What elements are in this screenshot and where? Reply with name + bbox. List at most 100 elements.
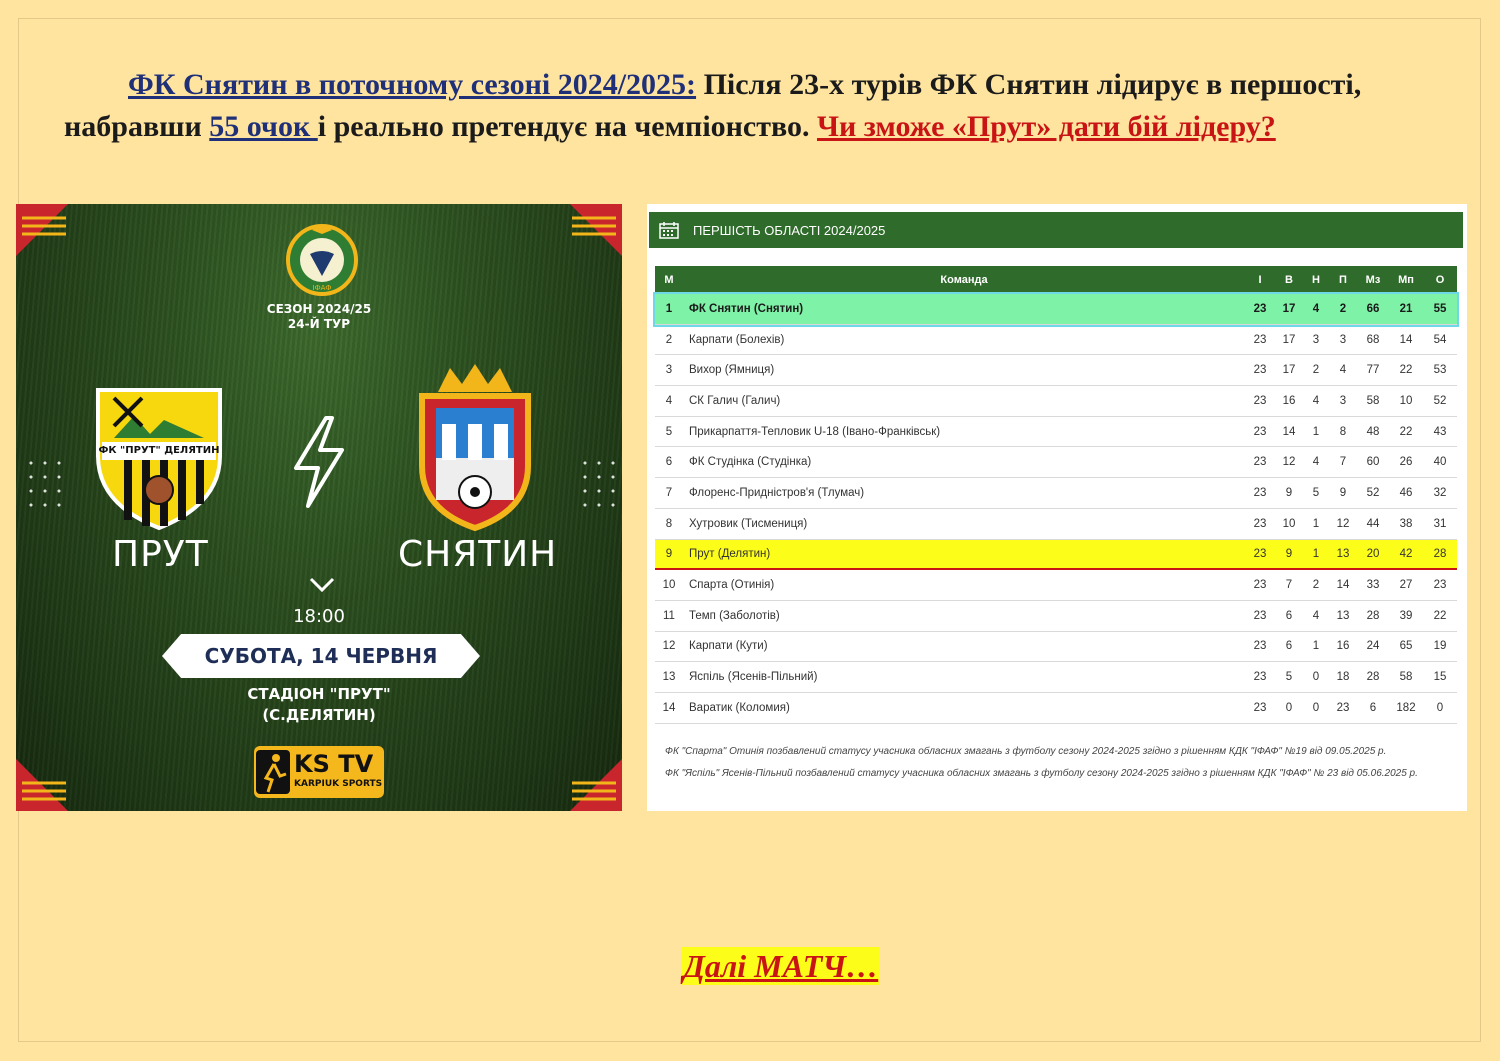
cell-ga: 14 bbox=[1399, 333, 1413, 346]
cell-pos: 11 bbox=[663, 609, 675, 622]
cell-draws: 1 bbox=[1312, 425, 1320, 438]
cell-pos: 9 bbox=[665, 547, 673, 560]
cell-pts: 54 bbox=[1433, 333, 1447, 346]
lightning-icon bbox=[294, 416, 344, 508]
table-header-row: М Команда І В Н П Мз Мп О bbox=[655, 266, 1457, 294]
cell-pts: 32 bbox=[1433, 486, 1447, 499]
prut-crest-icon: ФК "ПРУТ" ДЕЛЯТИН bbox=[96, 388, 222, 531]
cell-wins: 7 bbox=[1285, 579, 1293, 592]
table-row: 14 Варатик (Коломия) 23 0 0 23 6 182 0 bbox=[655, 693, 1457, 724]
cell-pts: 23 bbox=[1433, 579, 1447, 592]
cell-team: Прикарпаття-Теплoвик U-18 (Івано-Франків… bbox=[689, 425, 941, 438]
cell-team: СК Галич (Галич) bbox=[689, 394, 781, 407]
cell-gf: 58 bbox=[1366, 394, 1380, 407]
cell-draws: 2 bbox=[1312, 579, 1320, 592]
cell-pts: 28 bbox=[1433, 547, 1447, 560]
cell-draws: 4 bbox=[1312, 302, 1320, 315]
cell-draws: 3 bbox=[1312, 333, 1320, 346]
cell-wins: 17 bbox=[1282, 333, 1296, 346]
cell-gf: 60 bbox=[1366, 456, 1380, 469]
cell-gf: 66 bbox=[1366, 302, 1380, 315]
cell-pos: 12 bbox=[662, 640, 676, 653]
next-match-link[interactable]: Далі МАТЧ… bbox=[681, 947, 881, 985]
cell-gf: 68 bbox=[1366, 333, 1380, 346]
season-label: СЕЗОН 2024/25 bbox=[266, 302, 372, 316]
cell-gf: 48 bbox=[1366, 425, 1380, 438]
col-gf-header: Мз bbox=[1365, 274, 1381, 286]
table-row: 1 ФК Снятин (Снятин) 23 17 4 2 66 21 55 bbox=[655, 294, 1457, 325]
cell-games: 23 bbox=[1253, 640, 1267, 653]
corner-ornament-icon bbox=[16, 759, 68, 811]
cell-games: 23 bbox=[1253, 701, 1267, 714]
cell-team: Варатик (Коломия) bbox=[689, 701, 790, 714]
cell-pos: 13 bbox=[662, 671, 676, 684]
col-pts-header: О bbox=[1435, 274, 1445, 286]
question-link[interactable]: Чи зможе «Прут» дати бій лідеру? bbox=[817, 110, 1276, 143]
kstv-logo-text: KS TV bbox=[294, 750, 374, 778]
cell-pos: 6 bbox=[665, 456, 673, 469]
cell-losses: 13 bbox=[1336, 547, 1350, 560]
table-row: 6 ФК Студінка (Студінка) 23 12 4 7 60 26 40 bbox=[655, 447, 1457, 479]
cell-wins: 6 bbox=[1285, 640, 1293, 653]
prut-crest-text: ФК "ПРУТ" ДЕЛЯТИН bbox=[98, 445, 219, 456]
dots-decoration bbox=[24, 456, 64, 516]
cell-team: Прут (Делятин) bbox=[689, 547, 771, 560]
cell-gf: 44 bbox=[1366, 517, 1380, 530]
cell-pts: 52 bbox=[1433, 394, 1447, 407]
match-date: СУБОТА, 14 ЧЕРВНЯ bbox=[204, 644, 438, 668]
kickoff-time: 18:00 bbox=[293, 606, 345, 627]
table-row: 10 Спарта (Отинія) 23 7 2 14 33 27 23 bbox=[655, 570, 1457, 601]
cell-gf: 52 bbox=[1366, 486, 1380, 499]
table-row: 13 Яспіль (Ясенів-Пільний) 23 5 0 18 28 58 15 bbox=[655, 662, 1457, 693]
cell-pts: 0 bbox=[1436, 701, 1444, 714]
intro-paragraph: ФК Снятин в поточному сезоні 2024/2025: … bbox=[64, 64, 1454, 148]
cell-gf: 20 bbox=[1366, 547, 1380, 560]
cell-losses: 8 bbox=[1339, 425, 1347, 438]
cell-ga: 65 bbox=[1399, 640, 1413, 653]
cell-wins: 17 bbox=[1282, 302, 1296, 315]
cell-games: 23 bbox=[1253, 609, 1267, 622]
cell-draws: 0 bbox=[1312, 671, 1320, 684]
match-poster: ІФАФ СЕЗОН 2024/25 24-Й ТУР ФК "ПРУТ" ДЕ… bbox=[16, 204, 622, 811]
cell-games: 23 bbox=[1253, 517, 1267, 530]
cell-losses: 3 bbox=[1339, 333, 1347, 346]
cell-ga: 38 bbox=[1399, 517, 1413, 530]
cell-team: ФК Студінка (Студінка) bbox=[689, 456, 812, 469]
stadium-line-1: СТАДІОН "ПРУТ" bbox=[247, 685, 391, 703]
cell-gf: 24 bbox=[1366, 640, 1380, 653]
cell-wins: 17 bbox=[1282, 364, 1296, 377]
player-silhouette-icon bbox=[256, 750, 290, 794]
stadium-line-2: (С.ДЕЛЯТИН) bbox=[262, 706, 376, 724]
col-pos-header: М bbox=[664, 274, 674, 286]
col-losses-header: П bbox=[1339, 274, 1347, 286]
cell-ga: 42 bbox=[1399, 547, 1413, 560]
cell-gf: 33 bbox=[1366, 579, 1380, 592]
cell-games: 23 bbox=[1253, 364, 1267, 377]
round-label: 24-Й ТУР bbox=[287, 317, 351, 331]
calendar-icon bbox=[659, 222, 679, 239]
cell-losses: 23 bbox=[1336, 701, 1350, 714]
table-row: 7 Флоренс-Придністров'я (Тлумач) 23 9 5 9 52 46… bbox=[655, 478, 1457, 509]
cell-pts: 43 bbox=[1433, 425, 1447, 438]
table-row: 12 Карпати (Кути) 23 6 1 16 24 65 19 bbox=[655, 632, 1457, 663]
season-link[interactable]: ФК Снятин в поточному сезоні 2024/2025: bbox=[128, 68, 696, 101]
cell-draws: 2 bbox=[1312, 364, 1320, 377]
standings-header: ПЕРШІСТЬ ОБЛАСТІ 2024/2025 bbox=[649, 212, 1463, 248]
cell-pts: 55 bbox=[1433, 302, 1447, 315]
cell-draws: 1 bbox=[1312, 517, 1320, 530]
cell-team: Спарта (Отинія) bbox=[689, 579, 775, 592]
federation-emblem-text: ІФАФ bbox=[313, 284, 332, 292]
cell-draws: 4 bbox=[1312, 394, 1320, 407]
cell-pos: 3 bbox=[665, 364, 673, 377]
federation-emblem-icon: ІФАФ bbox=[286, 224, 358, 296]
cell-draws: 4 bbox=[1312, 456, 1320, 469]
standings-table: М Команда І В Н П Мз Мп О 1 ФК Снятин (Сн… bbox=[655, 266, 1457, 724]
cell-games: 23 bbox=[1253, 456, 1267, 469]
col-team-header: Команда bbox=[940, 274, 988, 286]
cell-wins: 14 bbox=[1282, 425, 1296, 438]
cell-team: Хутровик (Тисмениця) bbox=[689, 517, 808, 530]
stadium-label: СТАДІОН "ПРУТ" (С.ДЕЛЯТИН) bbox=[16, 684, 622, 726]
table-row: 5 Прикарпаття-Теплoвик U-18 (Івано-Франкі… bbox=[655, 417, 1457, 448]
cell-wins: 12 bbox=[1282, 456, 1296, 469]
points-link[interactable]: 55 очок bbox=[209, 110, 317, 143]
